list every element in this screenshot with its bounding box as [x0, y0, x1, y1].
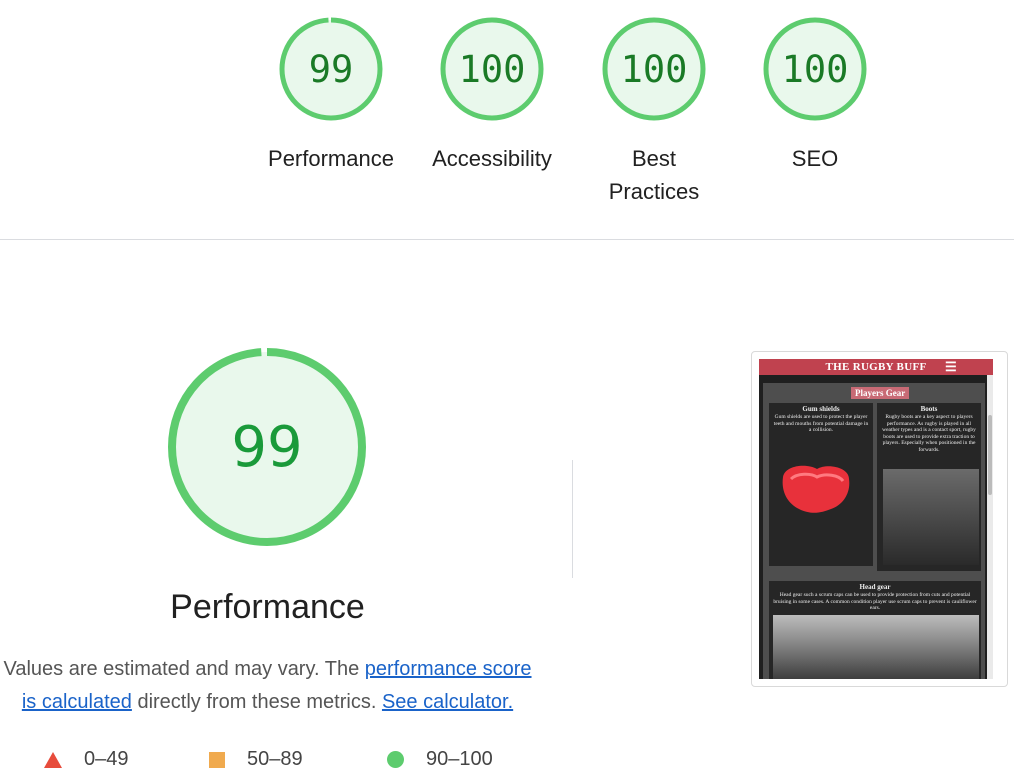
accessibility-gauge: 100 [440, 17, 544, 121]
category-performance[interactable]: 99 Performance [261, 15, 401, 175]
seo-label: SEO [791, 146, 839, 171]
head-gear-image [773, 615, 979, 679]
mouthguard-image [782, 465, 850, 513]
best-practices-score: 100 [621, 48, 688, 91]
legend-fail-range: 0–49 [84, 748, 129, 770]
section-heading: Players Gear [851, 387, 910, 399]
section-divider [0, 239, 1014, 240]
square-icon [209, 751, 225, 768]
performance-description: Values are estimated and may vary. The p… [0, 653, 535, 719]
final-screenshot: THE RUGBY BUFF ☰ Players Gear Gum shield… [759, 359, 993, 679]
head-gear-title: Head gear [859, 583, 891, 591]
head-gear-text: Head gear such a scrum caps can be used … [773, 592, 977, 611]
seo-score: 100 [782, 48, 849, 91]
best-practices-gauge: 100 [602, 17, 706, 121]
legend-pass-range: 90–100 [426, 748, 493, 770]
legend-pass: 90–100 [387, 748, 493, 771]
see-calculator-link[interactable]: See calculator. [382, 691, 513, 713]
gum-shields-title: Gum shields [802, 405, 840, 413]
boots-image [883, 469, 979, 565]
description-prefix: Values are estimated and may vary. The [3, 658, 365, 680]
main-performance-score: 99 [231, 415, 302, 480]
category-seo[interactable]: 100 SEO [745, 15, 885, 175]
circle-icon [387, 751, 404, 768]
hamburger-menu-icon: ☰ [945, 359, 957, 374]
performance-label: Performance [268, 146, 394, 171]
category-best-practices[interactable]: 100 Best Practices [584, 15, 724, 208]
best-practices-label: Best Practices [608, 146, 700, 204]
performance-score: 99 [309, 48, 354, 91]
boots-text: Rugby boots are a key aspect to players … [882, 414, 976, 453]
site-content: Players Gear Gum shields Gum shields are… [763, 383, 985, 679]
screenshot-scrollbar [987, 375, 993, 679]
category-accessibility[interactable]: 100 Accessibility [422, 15, 562, 175]
main-performance-gauge: 99 [168, 348, 366, 546]
seo-gauge: 100 [763, 17, 867, 121]
legend-average: 50–89 [209, 748, 303, 771]
main-performance-title: Performance [170, 588, 365, 626]
vertical-separator [572, 460, 573, 578]
accessibility-score: 100 [459, 48, 526, 91]
performance-gauge: 99 [279, 17, 383, 121]
accessibility-label: Accessibility [432, 146, 552, 171]
site-title: THE RUGBY BUFF [825, 361, 927, 373]
legend-average-range: 50–89 [247, 748, 303, 770]
boots-title: Boots [920, 405, 938, 413]
triangle-icon [44, 751, 62, 768]
gum-shields-text: Gum shields are used to protect the play… [773, 414, 869, 433]
legend-fail: 0–49 [44, 748, 129, 771]
site-header: THE RUGBY BUFF ☰ [759, 359, 993, 375]
description-middle: directly from these metrics. [131, 691, 382, 713]
